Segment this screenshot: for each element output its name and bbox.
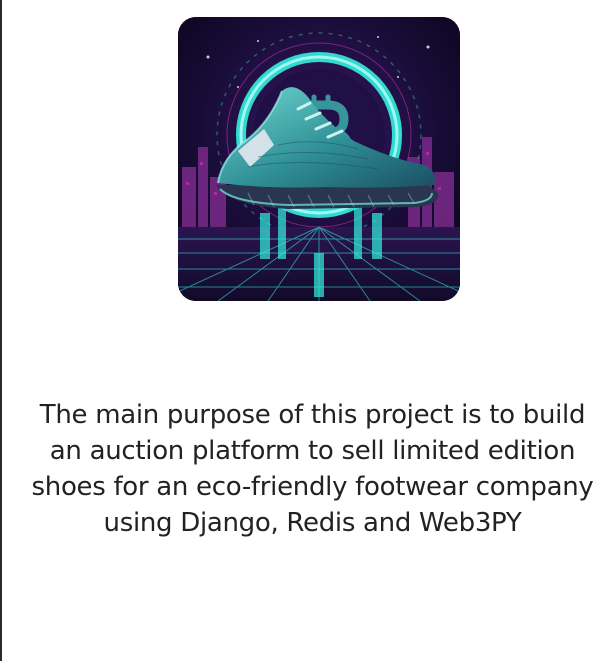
- sneaker-bitcoin-logo-icon: [178, 17, 460, 301]
- project-logo-image: [178, 17, 460, 301]
- project-description-text: The main purpose of this project is to b…: [31, 400, 594, 538]
- left-border-divider: [0, 0, 2, 661]
